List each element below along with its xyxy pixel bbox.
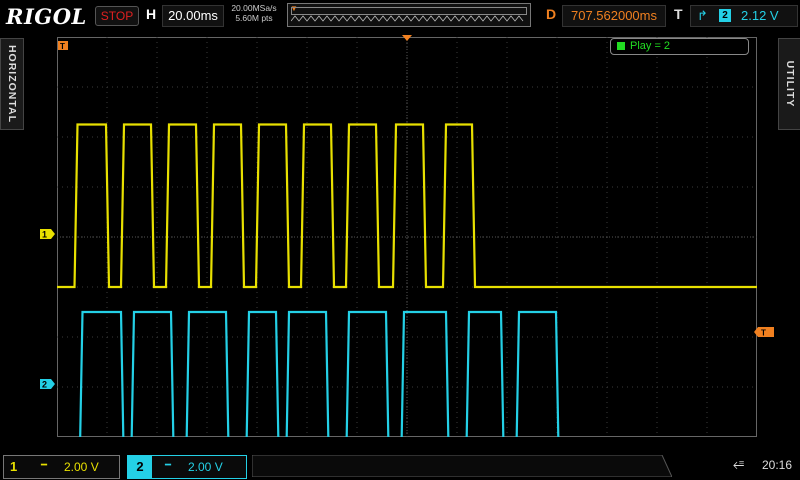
utility-tab-label: UTILITY — [784, 60, 796, 108]
ch2-scale: 2.00 V — [188, 460, 223, 474]
view-window[interactable] — [291, 7, 527, 15]
trigger-level-marker-icon: T — [754, 327, 774, 338]
ch2-offset-marker: 2 — [40, 379, 55, 390]
horizontal-delay[interactable]: 707.562000ms — [562, 5, 666, 27]
trigger-settings[interactable]: ↱ 2 2.12 V — [690, 5, 798, 27]
bottom-status-bar: 1 ━ 2.00 V 2 ━ 2.00 V — [0, 452, 800, 480]
dc-coupling-icon: ━ — [41, 460, 48, 471]
ch2-settings[interactable]: 2 ━ 2.00 V — [127, 455, 247, 479]
delay-label: D — [546, 6, 557, 22]
playback-indicator[interactable]: Play = 2 — [610, 38, 749, 55]
utility-menu-tab[interactable]: UTILITY — [778, 38, 800, 130]
ch1-offset-marker: 1 — [40, 229, 55, 240]
usb-icon: ⭀ — [733, 456, 745, 472]
ch1-scale: 2.00 V — [64, 460, 99, 474]
dc-coupling-icon: ━ — [165, 460, 172, 471]
trigger-source: 2 — [719, 9, 731, 22]
graticule — [57, 37, 757, 437]
ch1-settings[interactable]: 1 ━ 2.00 V — [3, 455, 120, 479]
ch1-number: 1 — [10, 459, 18, 474]
memory-overview[interactable]: ▼ — [287, 3, 531, 27]
ch1-marker-label: 1 — [42, 230, 47, 240]
sample-rate: 20.00MSa/s — [231, 3, 277, 13]
run-stop-status[interactable]: STOP — [95, 6, 139, 26]
svg-text:T: T — [761, 329, 766, 338]
top-status-bar: RIGOL STOP H 20.00ms 20.00MSa/s 5.60M pt… — [0, 0, 800, 32]
bottom-bar-decoration — [252, 455, 672, 477]
ch2-number: 2 — [128, 456, 152, 478]
trigger-label: T — [674, 6, 683, 22]
horizontal-menu-tab[interactable]: HORIZONTAL — [0, 38, 24, 130]
sample-info: 20.00MSa/s 5.60M pts — [226, 3, 282, 23]
horizontal-label: H — [146, 6, 157, 22]
system-clock: 20:16 — [762, 458, 793, 472]
rising-edge-icon: ↱ — [697, 8, 708, 23]
play-icon — [617, 42, 625, 50]
playback-label: Play = 2 — [630, 40, 671, 52]
ch2-marker-label: 2 — [42, 380, 47, 390]
memory-depth: 5.60M pts — [235, 13, 273, 23]
memory-waveform-preview — [291, 15, 524, 22]
horizontal-scale[interactable]: 20.00ms — [162, 5, 224, 27]
trigger-level: 2.12 V — [741, 8, 779, 23]
waveform-display[interactable] — [57, 37, 757, 437]
brand-logo: RIGOL — [6, 4, 87, 29]
horizontal-tab-label: HORIZONTAL — [6, 44, 18, 124]
